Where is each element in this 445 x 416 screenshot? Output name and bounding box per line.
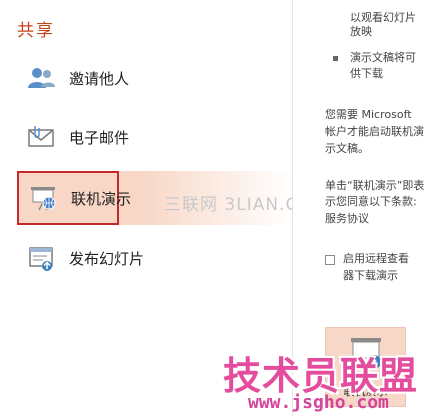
sidebar-item-label: 电子邮件 — [69, 128, 130, 147]
sidebar-item-label: 发布幻灯片 — [69, 249, 145, 268]
sidebar-item-label: 邀请他人 — [69, 69, 130, 88]
description-line: 演示文稿将可 — [350, 51, 416, 64]
terms-line: 示您同意以下条款: — [325, 195, 417, 208]
watermark-url: www.jsgho.com — [248, 392, 389, 413]
share-title: 共享 — [17, 21, 55, 41]
people-icon — [28, 68, 55, 88]
notice-line: 您需要 Microsoft — [325, 108, 412, 121]
present-online-icon — [31, 187, 56, 211]
checkbox-label: 器下载演示 — [343, 269, 398, 282]
enable-download-checkbox[interactable] — [325, 255, 335, 265]
sidebar-item-invite-people[interactable]: 邀请他人 — [17, 52, 155, 104]
sidebar-item-label: 联机演示 — [71, 189, 132, 208]
description-line: 放映 — [350, 25, 372, 38]
checkbox-label: 启用远程查看 — [343, 252, 409, 265]
bullet-icon — [333, 56, 338, 61]
notice-line: 帐户才能启动联机演 — [325, 125, 424, 138]
service-agreement-link[interactable]: 服务协议 — [325, 211, 369, 227]
sidebar-item-present-online[interactable]: 联机演示 — [17, 171, 131, 225]
watermark-text: 三联网 3LIAN.C — [164, 195, 299, 215]
email-icon — [28, 126, 54, 147]
publish-slides-icon — [29, 247, 53, 271]
description-line: 供下载 — [350, 67, 383, 80]
sidebar-item-email[interactable]: 电子邮件 — [17, 111, 155, 163]
terms-line: 单击“联机演示”即表 — [325, 179, 425, 192]
sidebar-item-publish-slides[interactable]: 发布幻灯片 — [17, 232, 155, 284]
notice-line: 示文稿。 — [325, 142, 369, 155]
